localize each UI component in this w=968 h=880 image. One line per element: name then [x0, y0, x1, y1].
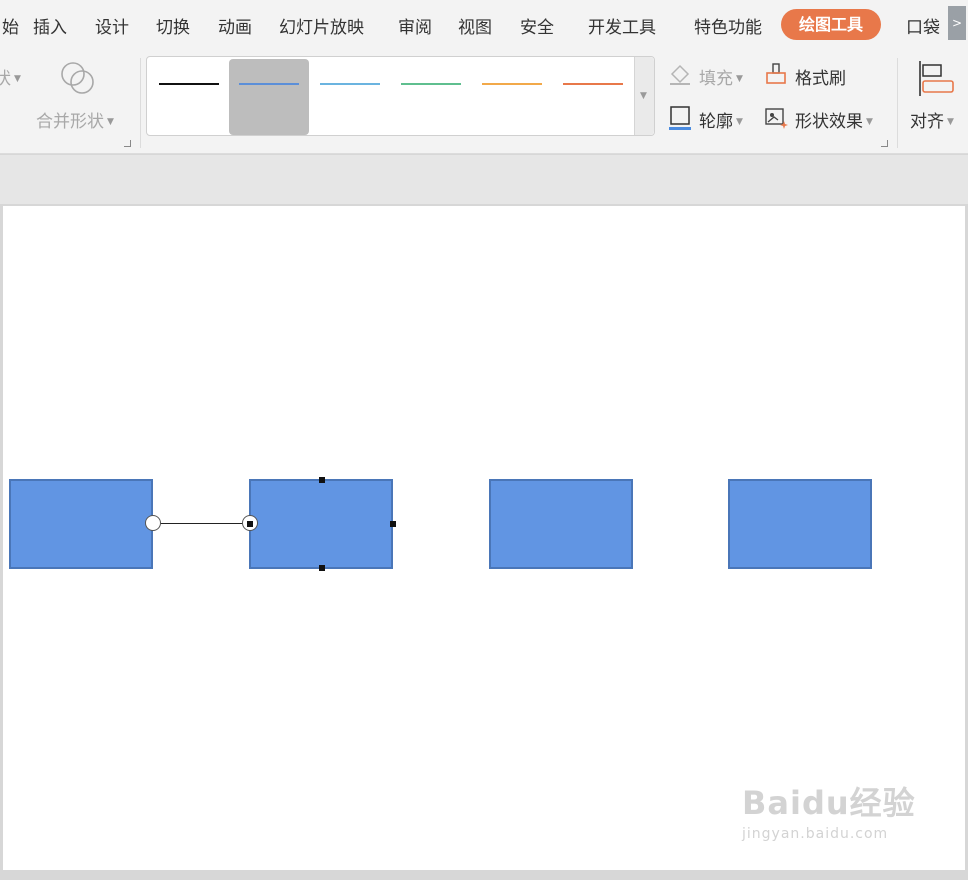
tab-transition[interactable]: 切换: [156, 13, 190, 38]
line-sample: [239, 83, 299, 85]
gallery-more-button[interactable]: ▼: [634, 57, 654, 135]
shape-dropdown-label: 状: [0, 69, 11, 89]
line-style-swatch[interactable]: [472, 59, 552, 135]
tab-start[interactable]: 始: [2, 13, 19, 38]
tab-slideshow[interactable]: 幻灯片放映: [279, 13, 364, 38]
outline-icon: [668, 105, 692, 131]
tab-view[interactable]: 视图: [458, 13, 492, 38]
group-dialog-launcher[interactable]: [881, 140, 888, 147]
tab-developer[interactable]: 开发工具: [588, 13, 656, 38]
shape-effects-button[interactable]: 形状效果 ▼: [795, 107, 873, 132]
chevron-down-icon: ▼: [107, 117, 114, 127]
slide-canvas[interactable]: [3, 206, 965, 870]
tab-security[interactable]: 安全: [520, 13, 554, 38]
selection-handle-bottom[interactable]: [319, 565, 325, 571]
menu-bar: 始 插入 设计 切换 动画 幻灯片放映 审阅 视图 安全 开发工具 特色功能 绘…: [0, 0, 968, 50]
connector-start-point[interactable]: [145, 515, 161, 531]
align-button[interactable]: 对齐 ▼: [910, 107, 954, 132]
group-divider: [140, 58, 141, 148]
more-icon: ▼: [640, 91, 647, 101]
rectangle-shape[interactable]: [728, 479, 872, 569]
rectangle-shape-selected[interactable]: [249, 479, 393, 569]
format-painter-button[interactable]: 格式刷: [795, 64, 846, 89]
chevron-down-icon: ▼: [866, 117, 873, 127]
canvas-bottom-border: [0, 870, 968, 880]
line-style-swatch-selected[interactable]: [229, 59, 309, 135]
rectangle-shape[interactable]: [489, 479, 633, 569]
toolbar-gap: [0, 155, 968, 204]
outline-button[interactable]: 轮廓 ▼: [699, 107, 743, 132]
selection-handle-top[interactable]: [319, 477, 325, 483]
line-style-swatch[interactable]: [391, 59, 471, 135]
selection-handle-left[interactable]: [247, 521, 253, 527]
outline-label: 轮廓: [699, 112, 733, 132]
tab-insert[interactable]: 插入: [33, 13, 67, 38]
chevron-down-icon: ▼: [14, 74, 21, 84]
line-sample: [159, 83, 219, 85]
merge-shapes-button[interactable]: 合并形状 ▼: [36, 107, 114, 132]
tab-animation[interactable]: 动画: [218, 13, 252, 38]
line-sample: [320, 83, 380, 85]
shape-effects-icon: [764, 106, 788, 130]
group-dialog-launcher[interactable]: [124, 140, 131, 147]
align-icon[interactable]: [918, 58, 958, 98]
chevron-down-icon: ▼: [736, 74, 743, 84]
merge-shapes-icon[interactable]: [58, 58, 98, 98]
chevron-down-icon: ▼: [947, 117, 954, 127]
menu-scroll-right-button[interactable]: >: [948, 6, 966, 40]
chevron-down-icon: ▼: [736, 117, 743, 127]
rectangle-shape[interactable]: [9, 479, 153, 569]
line-sample: [563, 83, 623, 85]
watermark-logo-text: Baidu经验: [742, 784, 916, 822]
line-sample: [482, 83, 542, 85]
merge-shapes-label: 合并形状: [36, 112, 104, 132]
fill-label: 填充: [699, 69, 733, 89]
tab-features[interactable]: 特色功能: [694, 13, 762, 38]
shape-effects-label: 形状效果: [795, 112, 863, 132]
fill-bucket-icon: [668, 62, 692, 86]
line-sample: [401, 83, 461, 85]
tab-design[interactable]: 设计: [95, 13, 129, 38]
align-label: 对齐: [910, 112, 944, 132]
tab-drawing-tools[interactable]: 绘图工具: [781, 9, 882, 40]
ribbon: 状 ▼ 合并形状 ▼ ▼ 填充 ▼ 格式刷 轮廓 ▼ 形状效果 ▼ 对齐 ▼: [0, 50, 968, 154]
line-style-swatch[interactable]: [553, 59, 633, 135]
fill-button[interactable]: 填充 ▼: [699, 64, 743, 89]
group-divider: [897, 58, 898, 148]
line-style-swatch[interactable]: [310, 59, 390, 135]
format-painter-icon: [764, 62, 788, 86]
tab-review[interactable]: 审阅: [398, 13, 432, 38]
selection-handle-right[interactable]: [390, 521, 396, 527]
line-style-gallery: ▼: [146, 56, 655, 136]
shape-dropdown-partial[interactable]: 状 ▼: [0, 64, 21, 89]
connector-line[interactable]: [153, 523, 250, 524]
baidu-watermark: Baidu经验 jingyan.baidu.com: [742, 778, 916, 842]
line-style-swatch[interactable]: [149, 59, 229, 135]
tab-pocket[interactable]: 口袋: [906, 13, 940, 38]
watermark-url: jingyan.baidu.com: [742, 826, 889, 842]
